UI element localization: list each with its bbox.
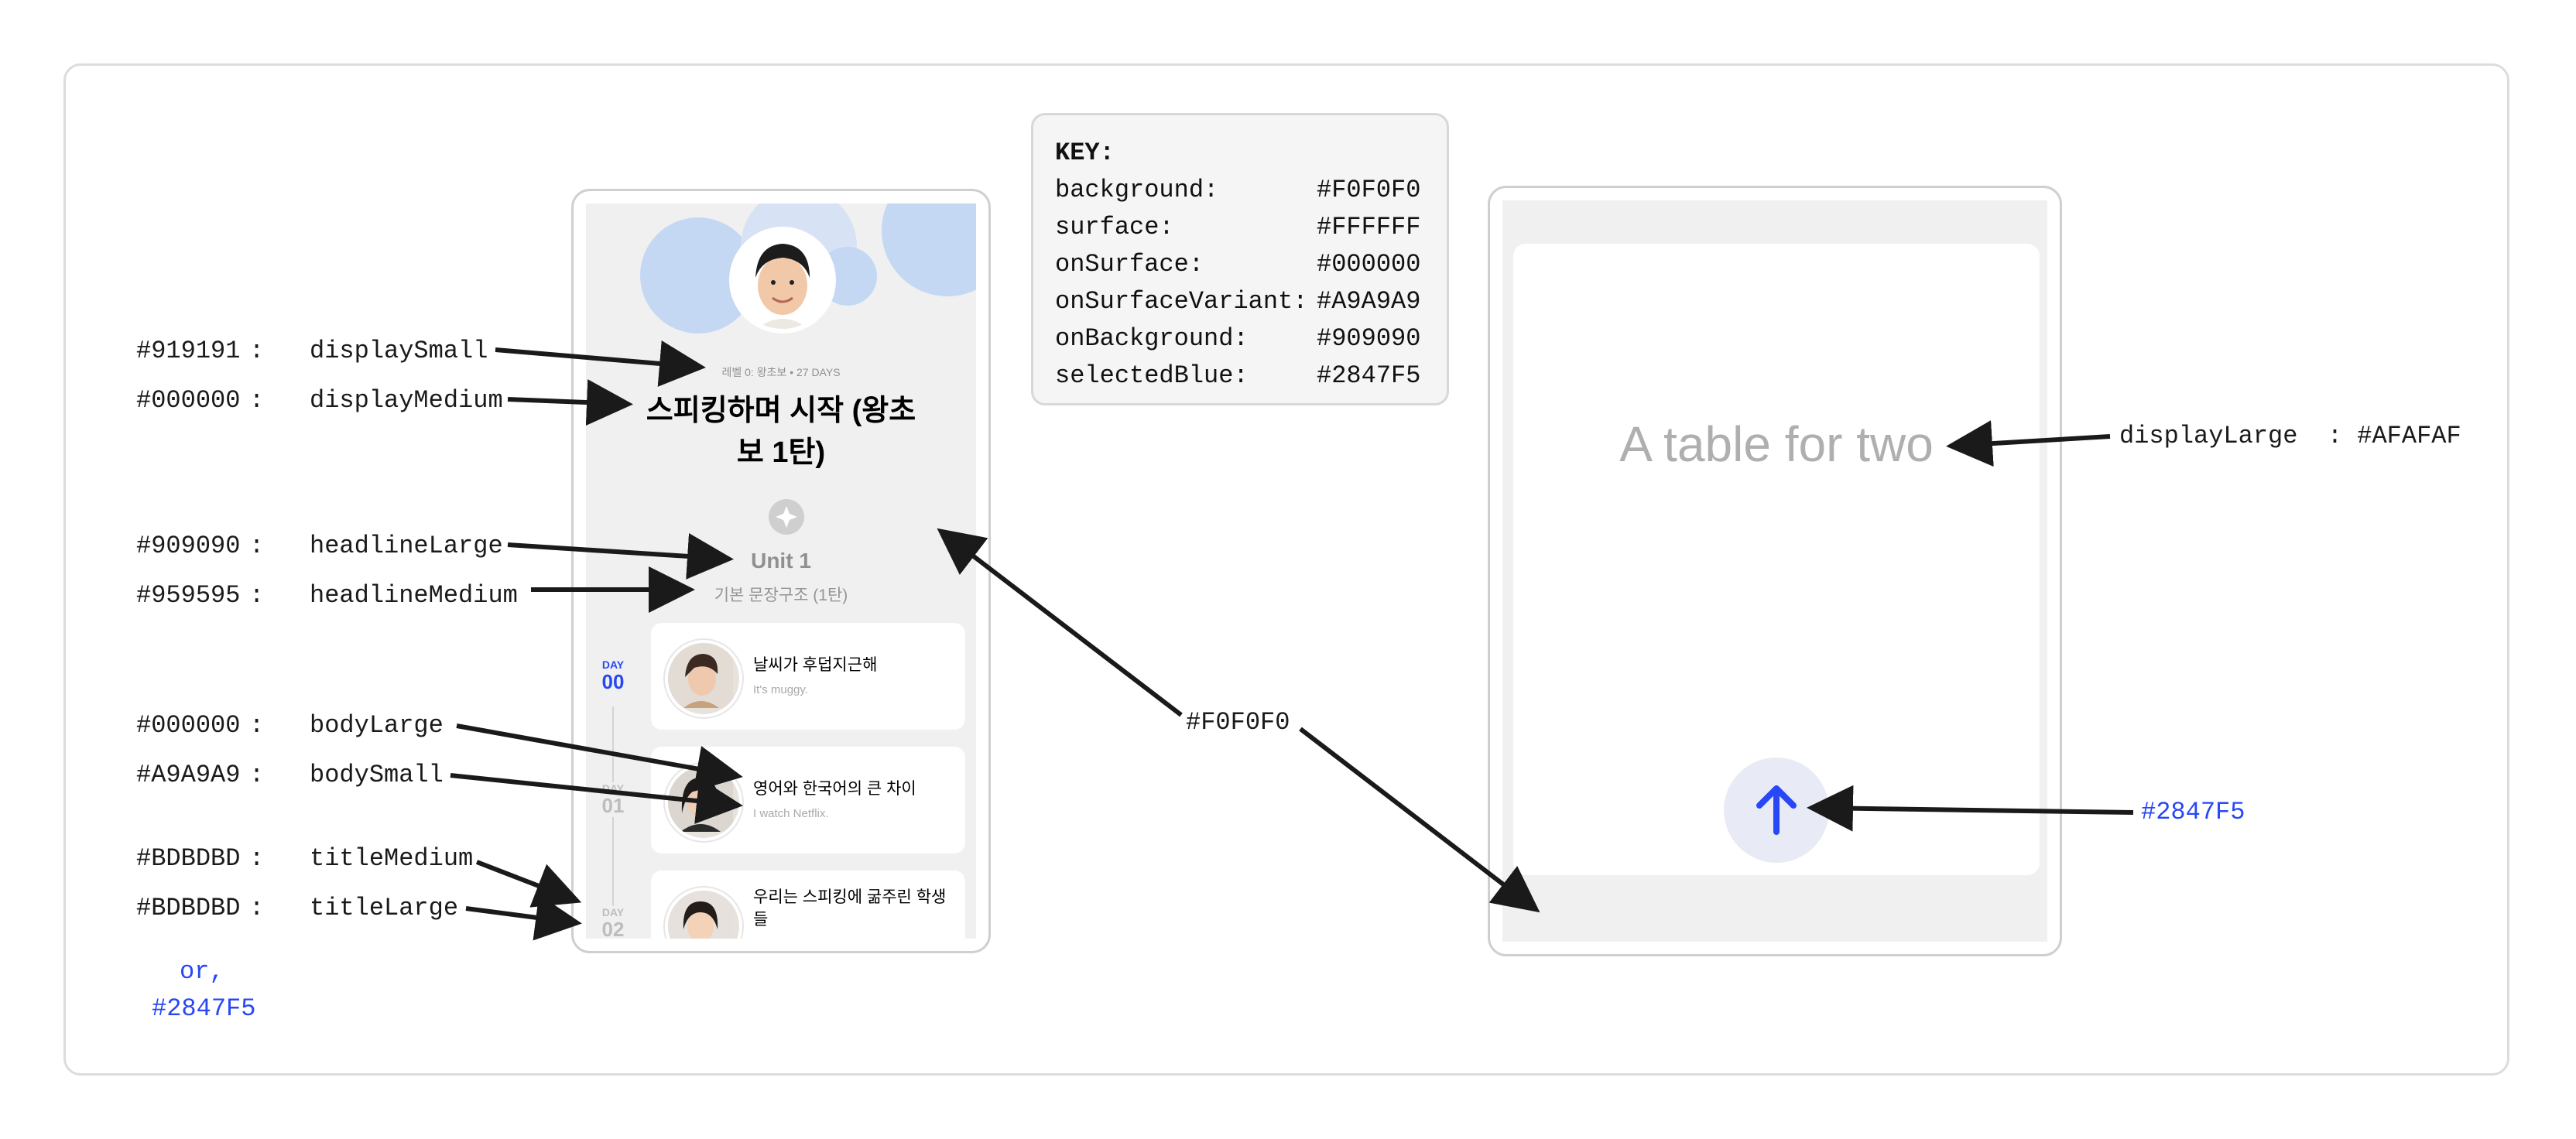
display-large-label: displayLarge : #AFAFAF	[2119, 422, 2461, 450]
timeline-line	[612, 706, 614, 939]
annot-colon: :	[249, 844, 265, 873]
annot-hex-headline-medium: #959595	[136, 581, 241, 610]
unit-subtitle: 기본 문장구조 (1탄)	[714, 587, 848, 604]
annot-role-title-large: titleLarge	[310, 894, 459, 922]
annot-role-display-medium: displayMedium	[310, 386, 503, 415]
phone-mockup-course: 레벨 0: 왕초보 • 27 DAYS 스피킹하며 시작 (왕초 보 1탄) U…	[571, 189, 991, 953]
message-placeholder[interactable]: A table for two	[1513, 416, 2040, 473]
course-title-line2: 보 1탄)	[736, 436, 826, 469]
decor-circle	[882, 204, 976, 296]
phone-mockup-chat: A table for two	[1488, 186, 2062, 956]
key-name-on-surface: onSurface:	[1055, 250, 1204, 279]
lesson-card-day-01[interactable]: 영어와 한국어의 큰 차이 I watch Netflix.	[651, 747, 965, 853]
annot-hex-title-large: #BDBDBD	[136, 894, 241, 922]
sparkle-icon	[769, 499, 804, 535]
key-name-selected-blue: selectedBlue:	[1055, 361, 1249, 390]
day-badge-02: DAY 02	[586, 906, 640, 939]
key-value-selected-blue: #2847F5	[1317, 361, 1421, 390]
lesson-title: 우리는 스피킹에 굶주린 학생들	[753, 888, 947, 929]
annot-colon: :	[249, 761, 265, 789]
chat-screen: A table for two	[1502, 200, 2047, 942]
annot-hex-body-small: #A9A9A9	[136, 761, 241, 789]
day-label: DAY	[601, 782, 625, 795]
annot-colon: :	[249, 894, 265, 922]
annot-role-display-small: displaySmall	[310, 337, 488, 365]
lesson-card-day-02[interactable]: 우리는 스피킹에 굶주린 학생들	[651, 870, 965, 939]
center-background-label: #F0F0F0	[1186, 708, 1290, 737]
annot-colon: :	[249, 711, 265, 740]
annot-colon: :	[249, 337, 265, 365]
key-value-surface: #FFFFFF	[1317, 213, 1421, 241]
annot-hex-body-large: #000000	[136, 711, 241, 740]
day-number: 00	[601, 670, 625, 693]
annot-role-title-medium: titleMedium	[310, 844, 474, 873]
annot-role-headline-medium: headlineMedium	[310, 581, 518, 610]
key-value-background: #F0F0F0	[1317, 176, 1421, 204]
annot-colon: :	[249, 581, 265, 610]
annot-hex-title-medium: #BDBDBD	[136, 844, 241, 873]
key-value-on-surface: #000000	[1317, 250, 1421, 279]
or-note-line2: #2847F5	[152, 994, 256, 1023]
lesson-avatar	[665, 640, 742, 717]
annot-hex-headline-large: #909090	[136, 532, 241, 560]
key-name-on-background: onBackground:	[1055, 324, 1249, 353]
day-number: 02	[601, 918, 625, 939]
day-badge-01: DAY 01	[586, 782, 640, 817]
course-meta: 레벨 0: 왕초보 • 27 DAYS	[721, 366, 841, 378]
annot-hex-display-medium: #000000	[136, 386, 241, 415]
course-screen: 레벨 0: 왕초보 • 27 DAYS 스피킹하며 시작 (왕초 보 1탄) U…	[586, 204, 976, 939]
key-name-background: background:	[1055, 176, 1219, 204]
key-value-on-surface-variant: #A9A9A9	[1317, 287, 1421, 316]
teacher-avatar	[729, 227, 836, 333]
key-value-on-background: #909090	[1317, 324, 1421, 353]
lesson-subtitle: It's muggy.	[753, 683, 808, 696]
lesson-avatar	[665, 764, 742, 841]
annot-role-body-small: bodySmall	[310, 761, 444, 789]
key-name-surface: surface:	[1055, 213, 1174, 241]
annot-role-headline-large: headlineLarge	[310, 532, 503, 560]
course-title-line1: 스피킹하며 시작 (왕초	[646, 395, 916, 427]
annot-colon: :	[249, 532, 265, 560]
color-key-box: KEY: background: #F0F0F0 surface: #FFFFF…	[1031, 113, 1449, 405]
day-badge-00: DAY 00	[586, 658, 640, 693]
arrow-up-icon	[1756, 785, 1797, 835]
lesson-avatar	[665, 888, 742, 939]
key-heading: KEY:	[1055, 139, 1115, 167]
annot-hex-display-small: #919191	[136, 337, 241, 365]
send-color-label: #2847F5	[2141, 798, 2245, 826]
send-button[interactable]	[1724, 758, 1829, 863]
unit-title: Unit 1	[751, 549, 811, 573]
key-name-on-surface-variant: onSurfaceVariant:	[1055, 287, 1308, 316]
lesson-title: 영어와 한국어의 큰 차이	[753, 780, 916, 798]
lesson-subtitle: I watch Netflix.	[753, 807, 829, 820]
message-surface: A table for two	[1513, 244, 2040, 875]
day-number: 01	[601, 794, 625, 817]
lesson-card-day-00[interactable]: 날씨가 후덥지근해 It's muggy.	[651, 623, 965, 730]
or-note-line1: or,	[180, 957, 224, 986]
annot-role-body-large: bodyLarge	[310, 711, 444, 740]
lesson-title: 날씨가 후덥지근해	[753, 656, 878, 674]
day-label: DAY	[601, 658, 625, 671]
annot-colon: :	[249, 386, 265, 415]
day-label: DAY	[601, 906, 625, 918]
